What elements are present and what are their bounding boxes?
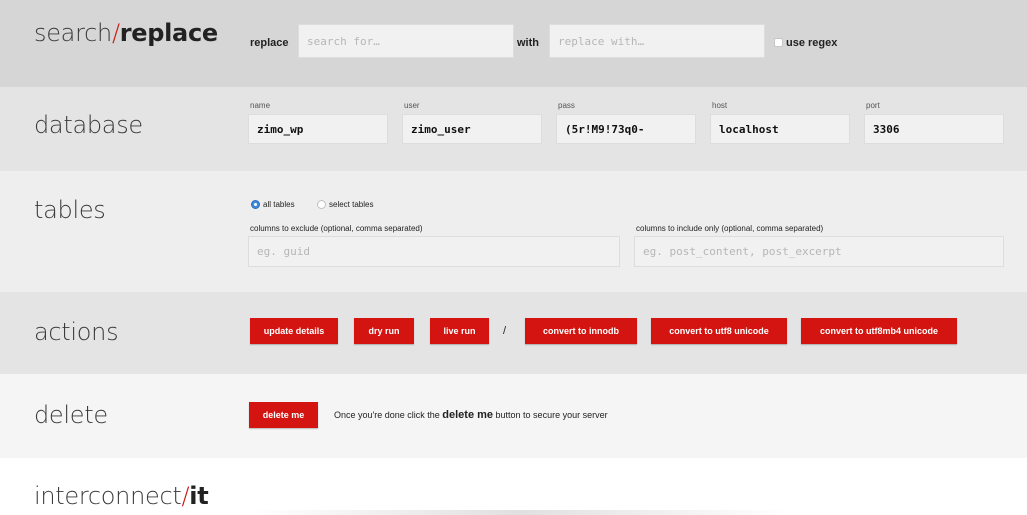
search-replace-section: search/replace replace search for… with … bbox=[0, 0, 1027, 87]
database-section: database name zimo_wp user zimo_user pas… bbox=[0, 87, 1027, 171]
db-name-input[interactable]: zimo_wp bbox=[248, 114, 388, 144]
title-replace: replace bbox=[119, 19, 218, 47]
footer-divider bbox=[250, 510, 790, 515]
regex-checkbox[interactable] bbox=[774, 38, 783, 47]
title-search: search bbox=[34, 19, 112, 47]
select-tables-radio[interactable] bbox=[317, 200, 326, 209]
actions-section: actions update details dry run live run … bbox=[0, 292, 1027, 374]
exclude-columns-input[interactable]: eg. guid bbox=[248, 236, 620, 267]
footer-section: interconnect/it bbox=[0, 458, 1027, 515]
all-tables-label: all tables bbox=[263, 200, 295, 209]
delete-instructions: Once you're done click the delete me but… bbox=[334, 409, 608, 421]
convert-utf8-button[interactable]: convert to utf8 unicode bbox=[651, 318, 787, 344]
delete-text-bold: delete me bbox=[442, 409, 494, 421]
footer-brand: interconnect/it bbox=[34, 482, 209, 510]
search-input[interactable]: search for… bbox=[298, 24, 514, 58]
convert-utf8mb4-button[interactable]: convert to utf8mb4 unicode bbox=[801, 318, 957, 344]
db-host-label: host bbox=[712, 101, 728, 110]
actions-separator: / bbox=[503, 325, 507, 337]
include-columns-label: columns to include only (optional, comma… bbox=[636, 224, 824, 233]
db-pass-label: pass bbox=[558, 101, 575, 110]
delete-me-button[interactable]: delete me bbox=[249, 402, 318, 428]
db-host-input[interactable]: localhost bbox=[710, 114, 850, 144]
db-user-label: user bbox=[404, 101, 420, 110]
title-slash: / bbox=[111, 19, 120, 47]
database-title: database bbox=[34, 111, 143, 139]
db-name-label: name bbox=[250, 101, 271, 110]
tables-section: tables all tables select tables columns … bbox=[0, 171, 1027, 292]
delete-section: delete delete me Once you're done click … bbox=[0, 374, 1027, 458]
select-tables-label: select tables bbox=[329, 200, 374, 209]
tables-title: tables bbox=[34, 196, 106, 224]
db-port-input[interactable]: 3306 bbox=[864, 114, 1004, 144]
search-replace-title: search/replace bbox=[34, 19, 218, 47]
exclude-columns-label: columns to exclude (optional, comma sepa… bbox=[250, 224, 423, 233]
actions-title: actions bbox=[34, 318, 119, 346]
dry-run-button[interactable]: dry run bbox=[354, 318, 414, 344]
delete-text-before: Once you're done click the bbox=[334, 410, 443, 420]
replace-input[interactable]: replace with… bbox=[549, 24, 765, 58]
delete-text-after: button to secure your server bbox=[493, 410, 608, 420]
brand-interconnect: interconnect bbox=[34, 482, 182, 510]
db-pass-input[interactable]: (5r!M9!73q0- bbox=[556, 114, 696, 144]
db-user-input[interactable]: zimo_user bbox=[402, 114, 542, 144]
convert-innodb-button[interactable]: convert to innodb bbox=[525, 318, 637, 344]
with-label: with bbox=[517, 37, 539, 49]
include-columns-input[interactable]: eg. post_content, post_excerpt bbox=[634, 236, 1004, 267]
all-tables-radio[interactable] bbox=[251, 200, 260, 209]
replace-label: replace bbox=[250, 37, 289, 49]
delete-title: delete bbox=[34, 401, 108, 429]
db-port-label: port bbox=[866, 101, 880, 110]
live-run-button[interactable]: live run bbox=[430, 318, 489, 344]
brand-it: it bbox=[189, 482, 209, 510]
regex-label: use regex bbox=[786, 37, 838, 49]
update-details-button[interactable]: update details bbox=[250, 318, 338, 344]
